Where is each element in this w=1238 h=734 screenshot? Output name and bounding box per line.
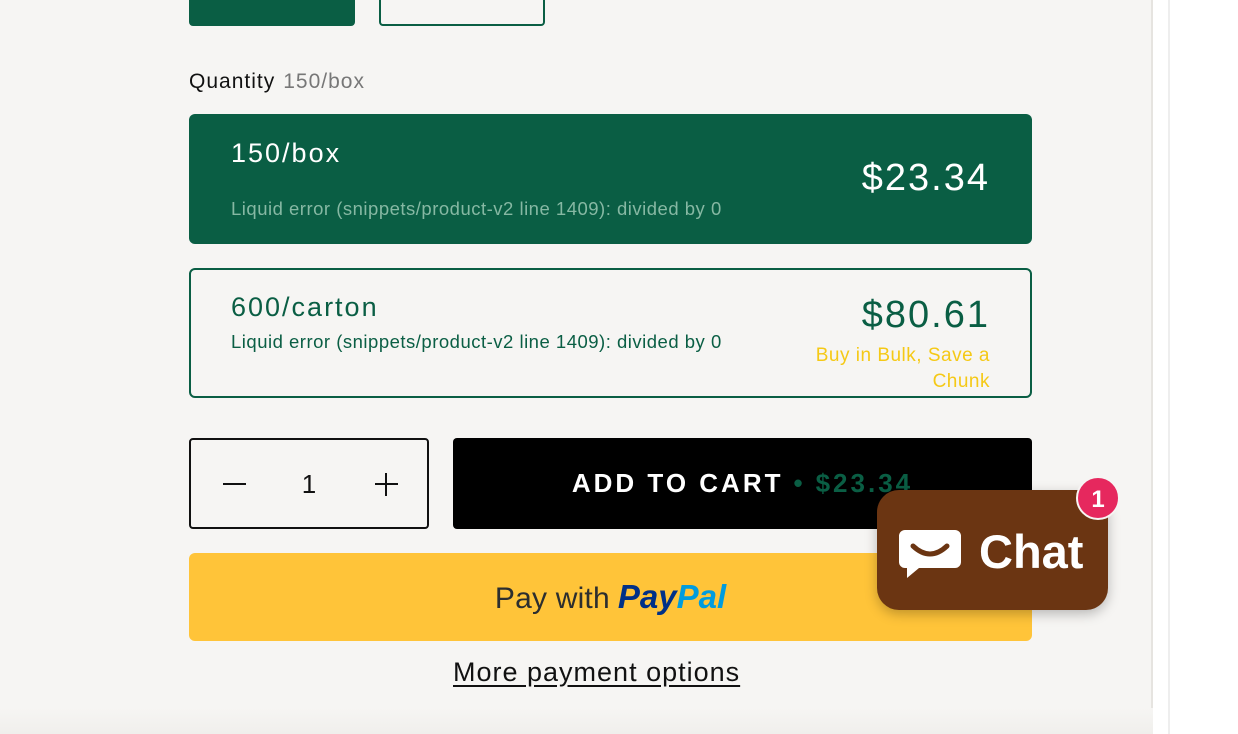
quantity-option-carton[interactable]: 600/carton Liquid error (snippets/produc…	[189, 268, 1032, 398]
option-price: $80.61	[861, 294, 990, 336]
variant-button-selected[interactable]	[189, 0, 355, 26]
option-error-text: Liquid error (snippets/product-v2 line 1…	[231, 198, 722, 219]
quantity-heading: Quantity 150/box	[189, 70, 365, 94]
chat-bubble-icon	[899, 530, 961, 578]
quantity-stepper	[189, 438, 429, 529]
chat-button[interactable]: Chat	[877, 490, 1108, 610]
product-panel: Quantity 150/box 150/box Liquid error (sn…	[0, 0, 1153, 734]
quantity-option-box[interactable]: 150/box Liquid error (snippets/product-v…	[189, 114, 1032, 244]
option-promo-text: Buy in Bulk, Save a Chunk	[815, 345, 990, 392]
option-name: 150/box	[231, 138, 342, 168]
chat-label: Chat	[979, 525, 1084, 578]
add-to-cart-label: ADD TO CART	[571, 468, 784, 498]
chat-notification-badge: 1	[1076, 476, 1120, 520]
variant-button[interactable]	[379, 0, 545, 26]
divider	[1168, 0, 1170, 734]
paypal-prefix: Pay with	[494, 582, 610, 615]
separator-dot: •	[793, 468, 806, 498]
quantity-label: Quantity	[189, 70, 276, 93]
option-price: $23.34	[861, 157, 990, 199]
quantity-input[interactable]	[281, 462, 337, 506]
footer-shade	[0, 708, 1153, 734]
more-payment-options-link[interactable]: More payment options	[453, 657, 740, 688]
option-name: 600/carton	[231, 292, 379, 322]
plus-icon[interactable]	[365, 464, 407, 504]
option-error-text: Liquid error (snippets/product-v2 line 1…	[231, 331, 722, 352]
paypal-logo: PayPal	[617, 578, 727, 615]
quantity-selected-value: 150/box	[283, 70, 365, 93]
minus-icon[interactable]	[213, 464, 255, 504]
